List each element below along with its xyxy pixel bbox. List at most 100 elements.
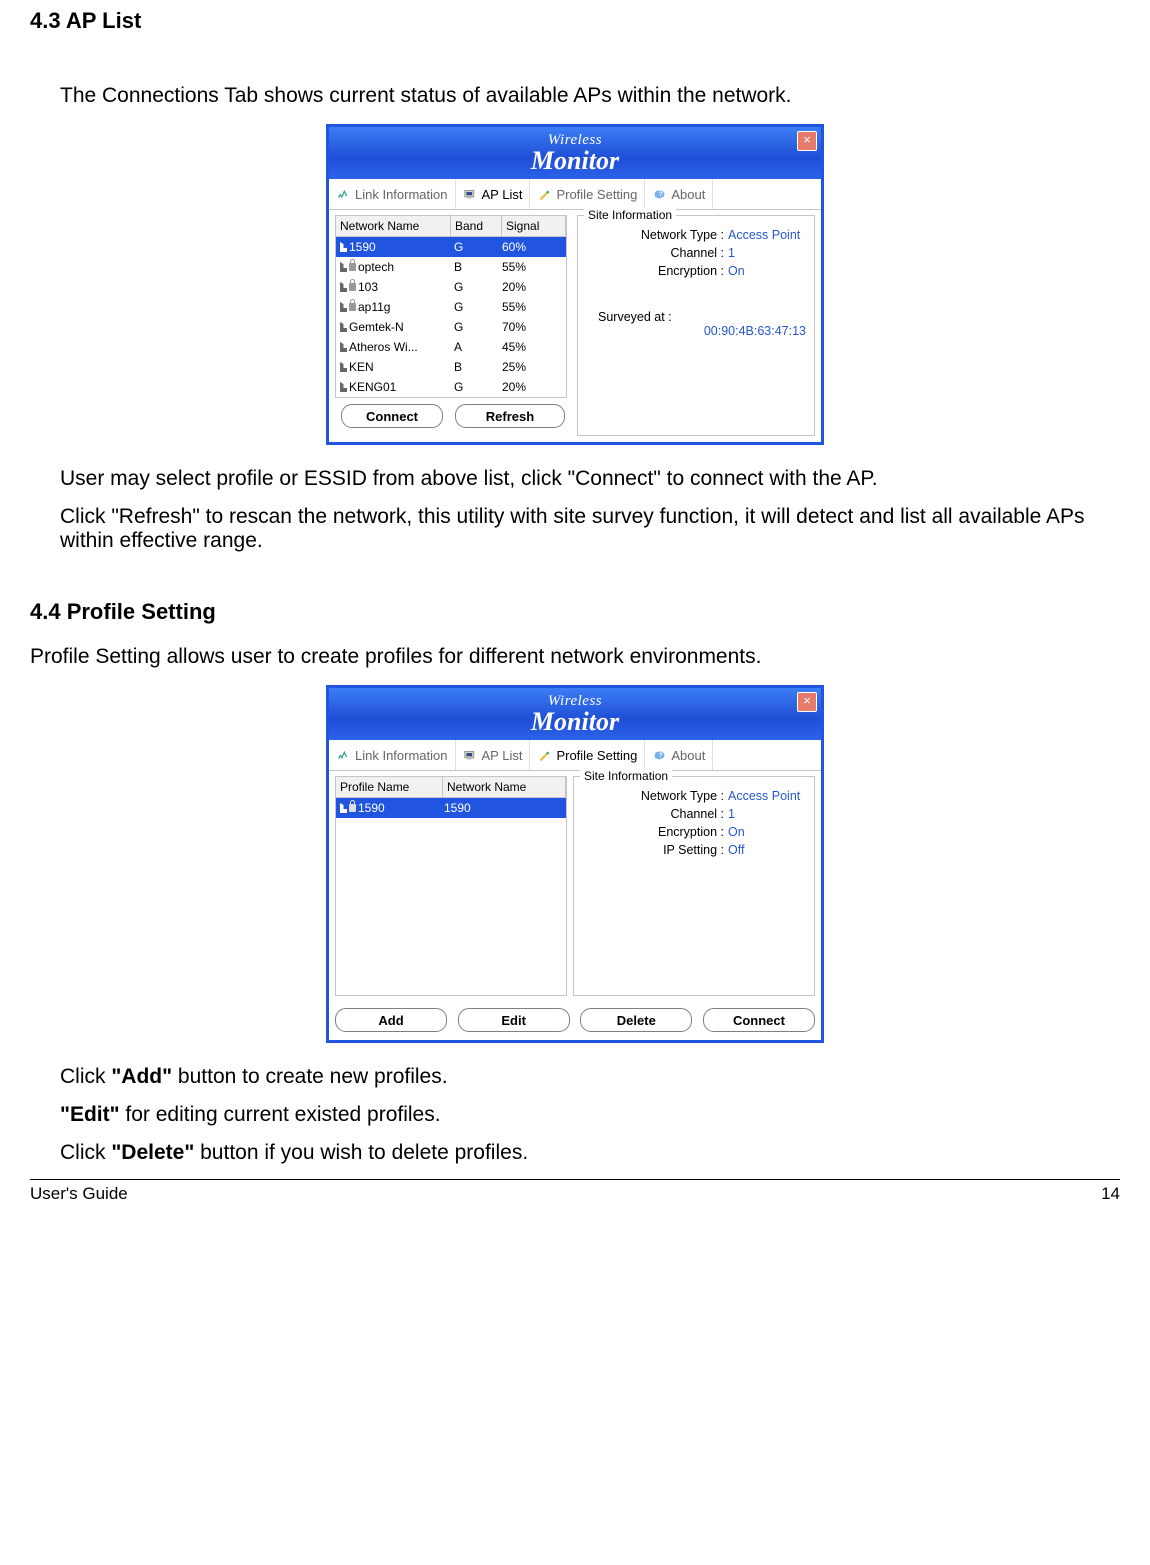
titlebar: Wireless Monitor ×: [329, 688, 821, 740]
text-delete-post: button if you wish to delete profiles.: [194, 1141, 528, 1164]
value-surveyed-mac: 00:90:4B:63:47:13: [586, 324, 806, 338]
heading-4-4: 4.4 Profile Setting: [30, 599, 1120, 625]
ap-band: G: [452, 320, 500, 334]
text-edit-post: for editing current existed profiles.: [120, 1103, 441, 1126]
ap-signal: 45%: [500, 340, 566, 354]
table-row[interactable]: KENG01 G20%: [336, 377, 566, 397]
page-footer: User's Guide 14: [30, 1184, 1120, 1210]
ap-icon: [340, 262, 347, 272]
label-surveyed: Surveyed at :: [586, 310, 806, 324]
tab-profile-setting[interactable]: Profile Setting: [530, 740, 645, 770]
ap-icon: [340, 382, 347, 392]
col-network-name[interactable]: Network Name: [443, 777, 566, 797]
tab-link-information[interactable]: Link Information: [329, 740, 456, 770]
table-row[interactable]: 15901590: [336, 798, 566, 818]
app-title: Wireless Monitor: [531, 133, 619, 174]
ap-table-header: Network Name Band Signal: [336, 216, 566, 237]
value-encryption: On: [728, 264, 806, 278]
ap-name: ap11g: [358, 300, 390, 314]
tab-about[interactable]: ? About: [645, 179, 713, 209]
profile-table-header: Profile Name Network Name: [336, 777, 566, 798]
text-add-post: button to create new profiles.: [172, 1065, 448, 1088]
ap-list-icon: [463, 188, 478, 201]
profile-icon: [340, 803, 347, 813]
edit-button[interactable]: Edit: [458, 1008, 570, 1032]
connect-button[interactable]: Connect: [341, 404, 443, 428]
ap-signal: 20%: [500, 380, 566, 394]
ap-band: A: [452, 340, 500, 354]
site-info-legend: Site Information: [584, 208, 676, 222]
lock-icon: [349, 804, 356, 812]
about-icon: ?: [652, 749, 667, 762]
table-row[interactable]: ap11g G55%: [336, 297, 566, 317]
svg-text:?: ?: [659, 752, 663, 759]
table-row[interactable]: optechB55%: [336, 257, 566, 277]
col-signal[interactable]: Signal: [502, 216, 566, 236]
tab-about[interactable]: ? About: [645, 740, 713, 770]
tab-link-information[interactable]: Link Information: [329, 179, 456, 209]
title-monitor: Monitor: [531, 148, 619, 174]
ap-icon: [340, 282, 347, 292]
ap-icon: [340, 342, 347, 352]
ap-signal: 70%: [500, 320, 566, 334]
ap-signal: 55%: [500, 300, 566, 314]
paragraph-edit: "Edit" for editing current existed profi…: [60, 1103, 1120, 1127]
connect-button[interactable]: Connect: [703, 1008, 815, 1032]
col-profile-name[interactable]: Profile Name: [336, 777, 443, 797]
tab-strip: Link Information AP List Profile Setting…: [329, 179, 821, 210]
delete-button[interactable]: Delete: [580, 1008, 692, 1032]
table-row[interactable]: Gemtek-NG70%: [336, 317, 566, 337]
ap-signal: 60%: [500, 240, 566, 254]
ap-table-body: 1590G60%optechB55%103G20%ap11gG55%Gemtek…: [336, 237, 566, 397]
value-encryption: On: [728, 825, 806, 839]
tab-ap-list[interactable]: AP List: [456, 179, 531, 209]
add-button[interactable]: Add: [335, 1008, 447, 1032]
col-band[interactable]: Band: [451, 216, 502, 236]
refresh-button[interactable]: Refresh: [455, 404, 565, 428]
ap-icon: [340, 362, 347, 372]
table-row[interactable]: 1590G60%: [336, 237, 566, 257]
paragraph-add: Click "Add" button to create new profile…: [60, 1065, 1120, 1089]
text-add-bold: "Add": [111, 1065, 172, 1088]
ap-name: KENG01: [349, 380, 396, 394]
ap-name: KEN: [349, 360, 374, 374]
profile-table: Profile Name Network Name 15901590: [335, 776, 567, 996]
close-button[interactable]: ×: [797, 692, 817, 712]
paragraph-delete: Click "Delete" button if you wish to del…: [60, 1141, 1120, 1165]
col-network-name[interactable]: Network Name: [336, 216, 451, 236]
table-row[interactable]: Atheros Wi...A45%: [336, 337, 566, 357]
profile-name: 1590: [358, 801, 385, 815]
title-monitor: Monitor: [531, 709, 619, 735]
signal-icon: [336, 188, 351, 201]
ap-icon: [340, 302, 347, 312]
paragraph-refresh: Click "Refresh" to rescan the network, t…: [60, 505, 1120, 553]
profile-setting-icon: [537, 749, 552, 762]
ap-band: G: [452, 380, 500, 394]
tab-profile-setting-label: Profile Setting: [556, 748, 637, 763]
table-row[interactable]: KENB25%: [336, 357, 566, 377]
wireless-monitor-window-profile: Wireless Monitor × Link Information AP L…: [326, 685, 824, 1043]
about-icon: ?: [652, 188, 667, 201]
tab-ap-list[interactable]: AP List: [456, 740, 531, 770]
ap-band: G: [452, 240, 500, 254]
ap-name: 103: [358, 280, 378, 294]
value-network-type: Access Point: [728, 228, 806, 242]
ap-band: G: [452, 300, 500, 314]
site-information-panel: Site Information Network Type :Access Po…: [577, 215, 815, 436]
ap-name: optech: [358, 260, 394, 274]
tab-ap-list-label: AP List: [482, 748, 523, 763]
tab-about-label: About: [671, 187, 705, 202]
tab-profile-setting[interactable]: Profile Setting: [530, 179, 645, 209]
paragraph-select: User may select profile or ESSID from ab…: [60, 467, 1120, 491]
lock-icon: [349, 283, 356, 291]
paragraph-profile: Profile Setting allows user to create pr…: [30, 645, 1120, 669]
tab-about-label: About: [671, 748, 705, 763]
ap-band: B: [452, 260, 500, 274]
text-edit-bold: "Edit": [60, 1103, 120, 1126]
value-channel: 1: [728, 807, 806, 821]
table-row[interactable]: 103G20%: [336, 277, 566, 297]
close-button[interactable]: ×: [797, 131, 817, 151]
label-channel: Channel :: [670, 246, 724, 260]
profile-setting-icon: [537, 188, 552, 201]
label-network-type: Network Type :: [641, 228, 724, 242]
